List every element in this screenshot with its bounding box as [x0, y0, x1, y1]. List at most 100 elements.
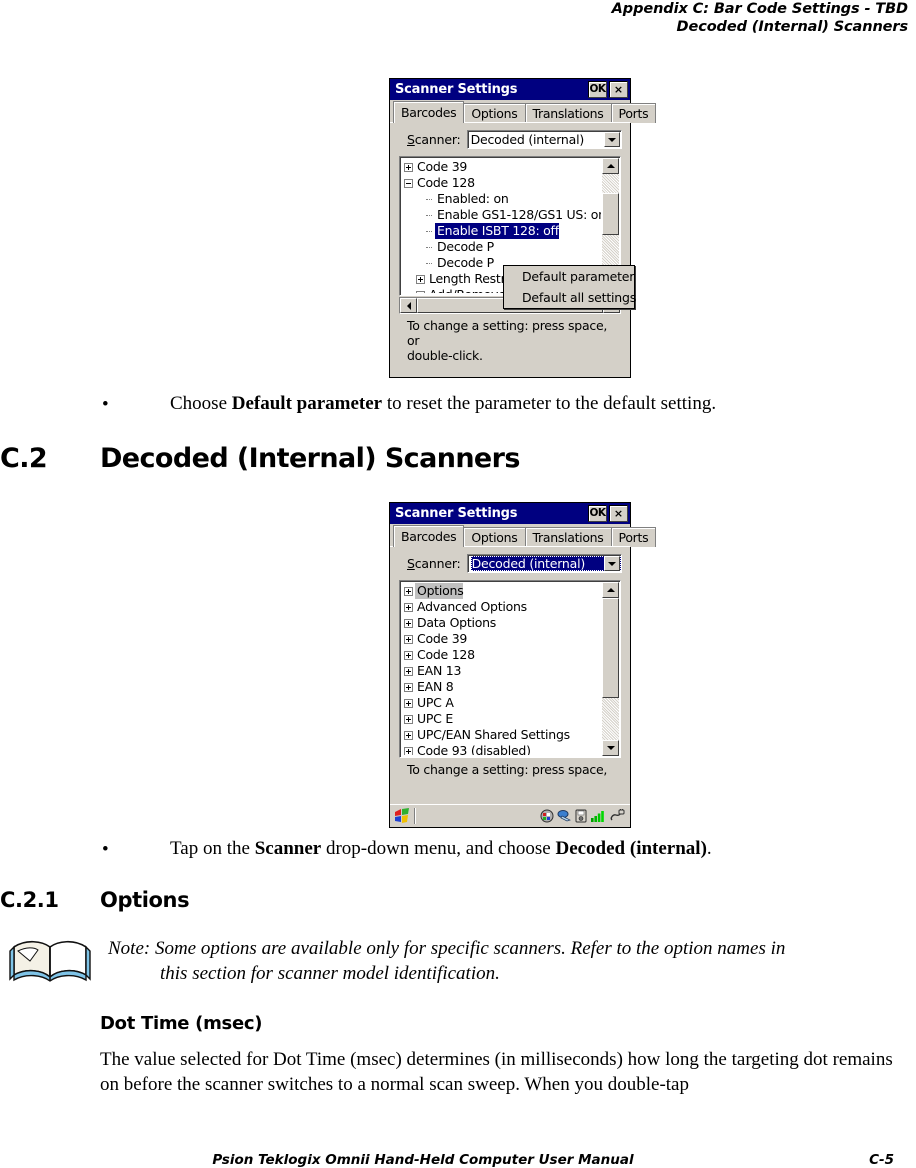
expand-icon[interactable] [404, 714, 413, 724]
tree-row[interactable]: UPC E [402, 711, 601, 727]
tree-row[interactable]: Enabled: on [402, 191, 601, 207]
system-tray [540, 808, 627, 823]
tree-row[interactable]: Code 128 [402, 175, 601, 191]
tab-ports[interactable]: Ports [610, 527, 657, 547]
start-button-icon[interactable] [393, 807, 411, 824]
close-icon[interactable]: × [609, 81, 628, 98]
expand-icon[interactable] [416, 274, 425, 284]
tree-row[interactable]: EAN 13 [402, 663, 601, 679]
expand-icon[interactable] [404, 698, 413, 708]
barcode-tree-panel[interactable]: Options Advanced Options Data Options Co… [399, 580, 621, 758]
scrollbar-thumb[interactable] [602, 598, 619, 698]
section-number: C.2.1 [0, 888, 59, 912]
barcode-tree[interactable]: Options Advanced Options Data Options Co… [402, 583, 601, 755]
footer-page-number: C-5 [869, 1152, 894, 1168]
printer-icon[interactable] [575, 809, 587, 823]
bullet-default-parameter: • Choose Default parameter to reset the … [102, 392, 882, 416]
tree-row[interactable]: Code 93 (disabled) [402, 743, 601, 755]
tab-barcodes[interactable]: Barcodes [393, 525, 465, 547]
chevron-down-icon[interactable] [604, 556, 620, 571]
scanner-dropdown[interactable]: Decoded (internal) [466, 130, 622, 149]
header-appendix-line: Appendix C: Bar Code Settings - TBD [611, 1, 908, 17]
tree-leaf-icon [424, 191, 435, 207]
tab-translations[interactable]: Translations [524, 527, 612, 547]
scroll-left-button[interactable] [400, 298, 417, 313]
bullet1-post: to reset the parameter to the default se… [382, 393, 717, 414]
ok-button[interactable]: OK [588, 505, 607, 522]
expand-icon[interactable] [404, 634, 413, 644]
tree-row[interactable]: Enable GS1-128/GS1 US: on [402, 207, 601, 223]
tab-barcodes[interactable]: Barcodes [393, 101, 465, 123]
expand-icon[interactable] [404, 682, 413, 692]
tree-row[interactable]: EAN 8 [402, 679, 601, 695]
status-hint-line2: double-click. [407, 348, 483, 363]
menu-item-default-all-settings[interactable]: Default all settings [504, 287, 636, 308]
chevron-down-icon[interactable] [604, 132, 620, 147]
network-globe-icon[interactable] [540, 809, 554, 823]
expand-icon[interactable] [404, 650, 413, 660]
bullet2-bold-decoded: Decoded (internal) [555, 838, 707, 859]
tree-row[interactable]: Code 39 [402, 159, 601, 175]
expand-icon[interactable] [404, 618, 413, 628]
desktop-icon[interactable] [557, 809, 572, 823]
expand-icon[interactable] [404, 586, 413, 596]
close-icon[interactable]: × [609, 505, 628, 522]
bullet1-pre: Choose [170, 393, 232, 414]
tree-row[interactable]: Data Options [402, 615, 601, 631]
collapse-icon[interactable] [404, 178, 413, 188]
bullet2-post: . [706, 838, 712, 859]
scroll-up-button[interactable] [602, 582, 619, 598]
expand-icon[interactable] [404, 730, 413, 740]
tree-row[interactable]: Decode P [402, 239, 601, 255]
tree-vertical-scrollbar[interactable] [602, 582, 619, 756]
titlebar: Scanner Settings OK × [390, 79, 630, 100]
tree-row-selected[interactable]: Enable ISBT 128: off [402, 223, 601, 239]
tree-row[interactable]: UPC A [402, 695, 601, 711]
ok-button[interactable]: OK [588, 81, 607, 98]
tree-row-label: Code 39 [417, 159, 468, 174]
note-line2: this section for scanner model identific… [160, 962, 500, 984]
tab-translations[interactable]: Translations [524, 103, 612, 123]
scanner-dropdown[interactable]: Decoded (internal) [466, 554, 622, 573]
scroll-down-button[interactable] [602, 740, 619, 756]
tree-row[interactable]: Code 39 [402, 631, 601, 647]
scroll-up-button[interactable] [602, 158, 619, 174]
page-header: Appendix C: Bar Code Settings - TBD Deco… [612, 0, 908, 36]
note-line1: Note: Some options are available only fo… [108, 938, 786, 959]
menu-item-default-parameter[interactable]: Default parameter [504, 266, 634, 287]
tree-row[interactable]: Code 128 [402, 647, 601, 663]
plug-icon[interactable] [609, 808, 625, 823]
scanner-row: Scanner: Decoded (internal) [398, 130, 622, 149]
expand-icon[interactable] [404, 746, 413, 755]
tree-leaf-icon [424, 239, 435, 255]
bullet-text: Tap on the Scanner drop-down menu, and c… [170, 837, 892, 861]
status-hint-line1: To change a setting: press space, or [407, 318, 608, 348]
context-menu[interactable]: Default parameter Default all settings [503, 265, 636, 309]
titlebar: Scanner Settings OK × [390, 503, 630, 524]
tree-row-focused[interactable]: Options [402, 583, 601, 599]
tab-options[interactable]: Options [463, 527, 526, 547]
tree-row-label: Options [415, 583, 464, 599]
tree-row-label: Code 93 (disabled) [417, 743, 531, 755]
tab-ports[interactable]: Ports [610, 103, 657, 123]
tree-row-label: Code 39 [417, 631, 468, 646]
tree-row[interactable]: UPC/EAN Shared Settings [402, 727, 601, 743]
signal-bars-icon[interactable] [590, 809, 606, 823]
scanner-row: Scanner: Decoded (internal) [398, 554, 622, 573]
scrollbar-thumb[interactable] [602, 193, 619, 235]
expand-icon[interactable] [416, 290, 425, 293]
bullet-text: Choose Default parameter to reset the pa… [170, 392, 882, 416]
figure-1-scanner-settings-window[interactable]: Scanner Settings OK × Barcodes Options T… [389, 78, 657, 378]
expand-icon[interactable] [404, 666, 413, 676]
tree-row-label: EAN 13 [417, 663, 462, 678]
subheading-dot-time: Dot Time (msec) [100, 1013, 263, 1034]
figure-2-scanner-settings-window[interactable]: Scanner Settings OK × Barcodes Options T… [389, 502, 657, 828]
tree-row-label: Enabled: on [437, 191, 509, 206]
expand-icon[interactable] [404, 602, 413, 612]
section-number: C.2 [0, 443, 48, 474]
taskbar[interactable] [390, 804, 630, 826]
tab-options[interactable]: Options [463, 103, 526, 123]
tree-row[interactable]: Advanced Options [402, 599, 601, 615]
window-title: Scanner Settings [395, 506, 518, 521]
expand-icon[interactable] [404, 162, 413, 172]
